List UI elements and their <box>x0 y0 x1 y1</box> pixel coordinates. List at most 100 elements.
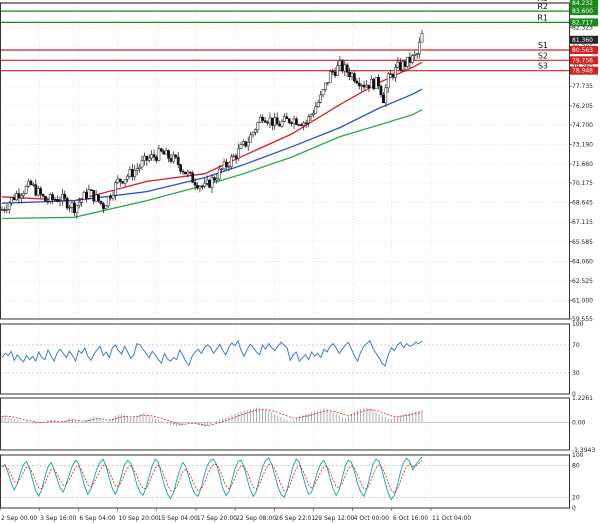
rsi-tick-label: 70 <box>572 342 580 349</box>
candle-body <box>85 191 88 199</box>
candle-body <box>82 191 86 200</box>
candle-body <box>22 193 26 196</box>
candle-body <box>188 171 192 174</box>
candle-body <box>338 60 342 67</box>
candle-body <box>377 77 380 87</box>
price-tick-label: 64.060 <box>572 258 593 265</box>
x-tick-label: 6 Oct 16:00 <box>393 515 428 522</box>
level-tag-r3: 84.232 <box>572 0 593 7</box>
candle-body <box>225 161 228 167</box>
candle-body <box>213 177 216 181</box>
candle-body <box>372 78 376 90</box>
candle-body <box>80 199 84 203</box>
candle-body <box>273 117 277 126</box>
candle-body <box>3 209 6 211</box>
candle-body <box>401 61 405 71</box>
price-tick-label: 73.190 <box>572 141 593 148</box>
candle-body <box>39 188 42 195</box>
candle-body <box>333 71 337 76</box>
x-tick-label: 26 Sep 22:01 <box>275 515 315 522</box>
level-tag-s2: 79.756 <box>572 57 593 64</box>
x-tick-label: 17 Sep 20:00 <box>197 515 237 522</box>
candle-body <box>15 193 18 201</box>
macd-panel: 1.22610.00-1.3943 <box>0 395 595 454</box>
candle-body <box>297 124 301 126</box>
x-tick-label: 22 Sep 08:00 <box>236 515 276 522</box>
level-tag-r1: 82.717 <box>572 19 593 26</box>
candle-body <box>128 169 132 177</box>
candle-body <box>270 117 274 126</box>
candle-body <box>217 168 221 180</box>
candle-body <box>227 166 231 168</box>
candle-body <box>237 148 240 159</box>
price-tick-label: 67.115 <box>572 219 593 226</box>
candle-body <box>10 197 14 204</box>
candle-body <box>60 193 64 201</box>
candle-body <box>174 154 178 158</box>
candle-body <box>65 197 69 209</box>
candle-body <box>350 73 354 78</box>
panel-frame <box>0 323 570 395</box>
candle-body <box>210 177 214 188</box>
candle-body <box>12 197 16 201</box>
candle-body <box>391 73 395 78</box>
candle-body <box>111 194 115 199</box>
candle-body <box>394 67 397 78</box>
candle-body <box>68 207 71 209</box>
candle-body <box>159 148 163 152</box>
candle-body <box>135 168 139 171</box>
candle-body <box>275 117 279 125</box>
price-tick-label: 70.175 <box>572 180 593 187</box>
candle-body <box>203 183 207 187</box>
candle-body <box>340 60 344 72</box>
candle-body <box>215 178 219 181</box>
candle-body <box>324 82 327 90</box>
candle-body <box>181 170 185 173</box>
candle-body <box>246 141 250 147</box>
candle-body <box>75 204 79 213</box>
candle-body <box>208 179 211 188</box>
panel-frame <box>0 454 570 509</box>
candle-body <box>232 155 236 158</box>
candle-body <box>389 73 392 75</box>
level-label-s1: S1 <box>538 41 548 50</box>
candle-body <box>73 202 76 213</box>
candle-body <box>319 94 322 103</box>
stoch-tick-label: 20 <box>572 494 580 501</box>
candle-body <box>29 180 33 185</box>
x-tick-label: 3 Sep 16:00 <box>40 515 76 522</box>
candle-body <box>316 102 320 107</box>
candle-body <box>379 85 383 96</box>
rsi-tick-label: 30 <box>572 370 580 377</box>
candle-body <box>196 185 199 189</box>
candle-body <box>229 156 233 167</box>
candle-body <box>106 195 110 207</box>
stoch-tick-label: 0 <box>572 505 576 512</box>
candle-body <box>355 80 359 84</box>
candle-body <box>328 70 332 83</box>
candle-body <box>420 33 424 43</box>
candle-body <box>285 116 289 119</box>
macd-signal-line <box>1 409 423 426</box>
candle-body <box>143 155 146 161</box>
candle-body <box>155 156 158 161</box>
candle-body <box>77 202 81 206</box>
candle-body <box>133 170 137 178</box>
candle-body <box>126 175 129 180</box>
candle-body <box>268 117 272 124</box>
candle-body <box>249 134 252 143</box>
candle-body <box>374 77 378 90</box>
candle-body <box>413 53 417 56</box>
candle-body <box>102 203 105 210</box>
time-axis: 2 Sep 00:00 3 Sep 16:00 6 Sep 04:00 10 Sep … <box>0 508 471 522</box>
candle-body <box>5 209 9 211</box>
candle-body <box>343 64 347 72</box>
candle-body <box>24 186 28 194</box>
candle-body <box>41 194 45 197</box>
candle-body <box>307 116 310 124</box>
candle-body <box>92 189 96 202</box>
candle-body <box>186 171 190 175</box>
candle-body <box>418 41 421 55</box>
price-grid <box>0 3 569 508</box>
candle-body <box>251 132 255 136</box>
